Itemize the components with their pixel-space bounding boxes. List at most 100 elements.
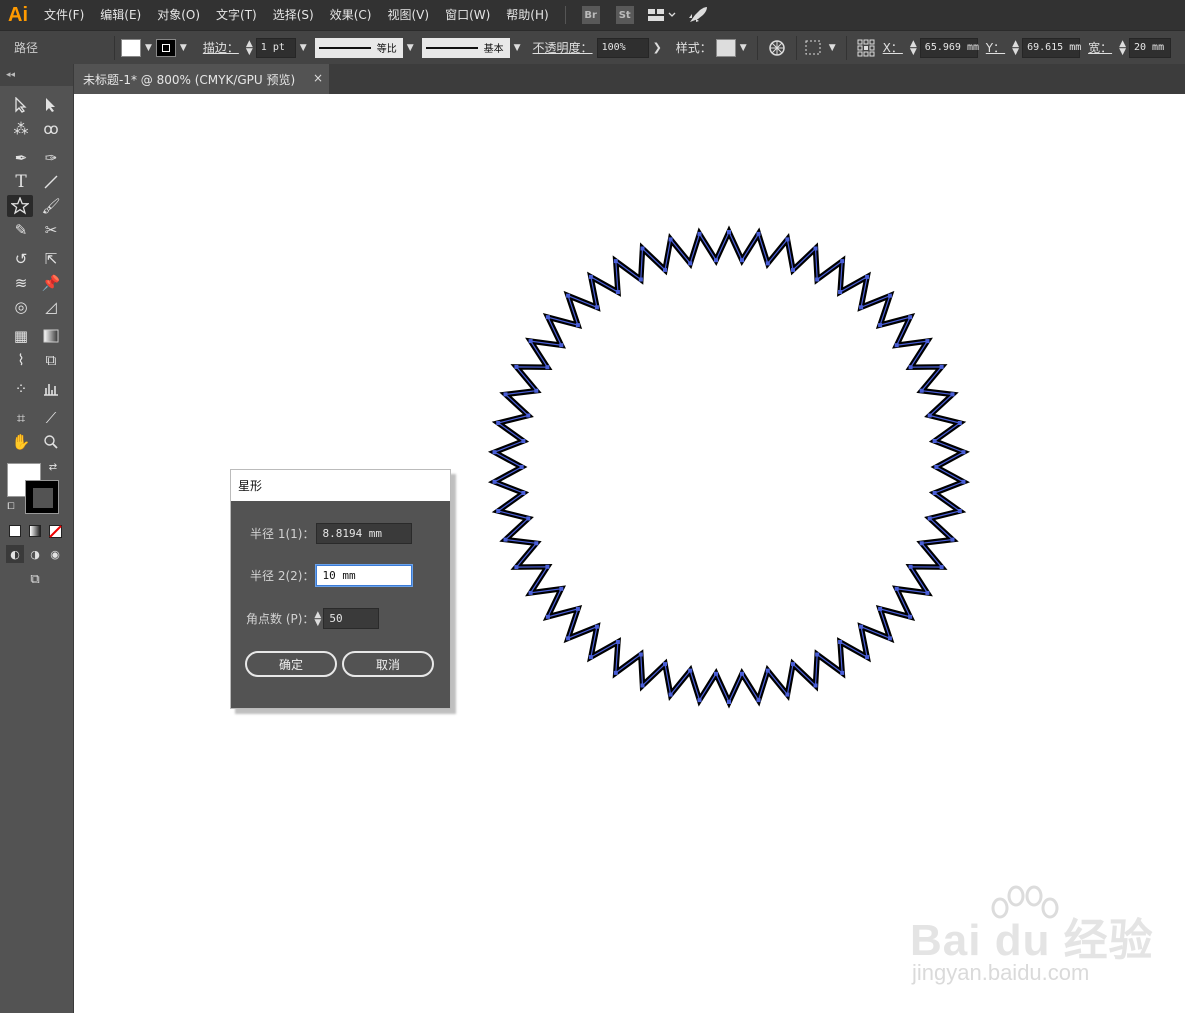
anchor-point[interactable] bbox=[613, 259, 618, 264]
anchor-point[interactable] bbox=[697, 698, 702, 703]
anchor-point[interactable] bbox=[939, 565, 944, 570]
slice-tool-icon[interactable]: ⟋ bbox=[38, 407, 64, 429]
eyedropper-tool-icon[interactable]: ⌇ bbox=[8, 349, 34, 371]
rocket-icon[interactable] bbox=[688, 6, 708, 24]
anchor-point[interactable] bbox=[714, 671, 718, 676]
screen-mode-icon[interactable]: ⧉ bbox=[22, 570, 48, 588]
anchor-point[interactable] bbox=[740, 258, 744, 263]
menu-file[interactable]: 文件(F) bbox=[36, 0, 92, 30]
star-path-stroke[interactable] bbox=[487, 225, 971, 709]
anchor-point[interactable] bbox=[526, 516, 531, 521]
anchor-point[interactable] bbox=[865, 655, 870, 660]
lasso-tool-icon[interactable]: ꝏ bbox=[38, 118, 64, 140]
anchor-point[interactable] bbox=[838, 290, 843, 294]
anchor-point[interactable] bbox=[697, 231, 702, 236]
anchor-point[interactable] bbox=[575, 323, 580, 328]
anchor-point[interactable] bbox=[594, 624, 599, 629]
tab-document[interactable]: 未标题-1* @ 800% (CMYK/GPU 预览) × bbox=[74, 64, 329, 94]
anchor-point[interactable] bbox=[908, 564, 913, 569]
star-anchor-points[interactable] bbox=[492, 230, 966, 704]
brush-definition[interactable]: 基本 bbox=[421, 37, 510, 58]
anchor-point[interactable] bbox=[765, 261, 770, 266]
rotate-tool-icon[interactable]: ↺ bbox=[8, 248, 34, 270]
perspective-grid-tool-icon[interactable]: ◿ bbox=[38, 296, 64, 318]
shape-builder-tool-icon[interactable]: ◎ bbox=[8, 296, 34, 318]
line-segment-tool-icon[interactable] bbox=[38, 171, 64, 193]
radius2-input[interactable]: 10 mm bbox=[316, 565, 413, 586]
anchor-point[interactable] bbox=[588, 274, 593, 279]
anchor-point[interactable] bbox=[514, 364, 519, 369]
draw-inside-icon[interactable]: ◉ bbox=[46, 545, 64, 563]
anchor-point[interactable] bbox=[503, 392, 508, 397]
stroke-color-box[interactable] bbox=[25, 480, 59, 514]
profile-dropdown-icon[interactable]: ▼ bbox=[407, 43, 414, 53]
anchor-point[interactable] bbox=[791, 662, 795, 667]
y-stepper-icon[interactable]: ▲ ▼ bbox=[1012, 39, 1019, 56]
anchor-point[interactable] bbox=[838, 640, 843, 644]
reference-point-icon[interactable] bbox=[857, 39, 875, 57]
stroke-weight-stepper-icon[interactable]: ▲ ▼ bbox=[246, 39, 253, 56]
menu-help[interactable]: 帮助(H) bbox=[498, 0, 556, 30]
anchor-point[interactable] bbox=[663, 662, 667, 667]
anchor-point[interactable] bbox=[950, 392, 955, 397]
anchor-point[interactable] bbox=[865, 274, 870, 279]
scale-tool-icon[interactable]: ⇱ bbox=[38, 248, 64, 270]
anchor-point[interactable] bbox=[815, 277, 820, 282]
anchor-point[interactable] bbox=[957, 509, 962, 513]
anchor-point[interactable] bbox=[534, 541, 539, 546]
fill-dropdown-icon[interactable]: ▼ bbox=[145, 43, 152, 53]
menu-view[interactable]: 视图(V) bbox=[379, 0, 437, 30]
anchor-point[interactable] bbox=[887, 293, 892, 298]
anchor-point[interactable] bbox=[575, 606, 580, 611]
anchor-point[interactable] bbox=[688, 668, 693, 673]
menu-effect[interactable]: 效果(C) bbox=[322, 0, 380, 30]
stroke-swatch[interactable] bbox=[155, 38, 176, 57]
anchor-point[interactable] bbox=[492, 479, 497, 484]
color-mode-icon[interactable] bbox=[6, 522, 24, 540]
anchor-point[interactable] bbox=[528, 339, 533, 344]
paintbrush-tool-icon[interactable]: 🖌 bbox=[38, 195, 64, 217]
anchor-point[interactable] bbox=[615, 290, 620, 294]
anchor-point[interactable] bbox=[740, 671, 744, 676]
anchor-point[interactable] bbox=[813, 683, 818, 688]
anchor-point[interactable] bbox=[615, 640, 620, 644]
anchor-point[interactable] bbox=[559, 586, 564, 591]
anchor-point[interactable] bbox=[927, 516, 932, 521]
anchor-point[interactable] bbox=[908, 365, 913, 370]
anchor-point[interactable] bbox=[878, 606, 883, 611]
recolor-icon[interactable] bbox=[768, 39, 786, 57]
stroke-weight-dropdown-icon[interactable]: ▼ bbox=[300, 43, 307, 53]
type-tool-icon[interactable]: T bbox=[8, 171, 34, 193]
anchor-point[interactable] bbox=[919, 388, 924, 393]
warp-tool-icon[interactable]: ≋ bbox=[8, 272, 34, 294]
graphic-style-swatch[interactable] bbox=[715, 38, 736, 57]
close-icon[interactable]: × bbox=[313, 71, 323, 85]
anchor-point[interactable] bbox=[496, 509, 501, 513]
pencil-tool-icon[interactable]: ✎ bbox=[8, 219, 34, 241]
symbol-sprayer-tool-icon[interactable]: ⁘ bbox=[8, 378, 34, 400]
anchor-point[interactable] bbox=[727, 700, 731, 704]
anchor-point[interactable] bbox=[939, 364, 944, 369]
anchor-point[interactable] bbox=[927, 413, 932, 418]
anchor-point[interactable] bbox=[640, 246, 645, 251]
anchor-point[interactable] bbox=[887, 636, 892, 641]
draw-behind-icon[interactable]: ◑ bbox=[26, 545, 44, 563]
anchor-point[interactable] bbox=[545, 365, 550, 370]
fill-swatch[interactable] bbox=[121, 38, 141, 57]
star-tool-icon[interactable] bbox=[7, 195, 33, 217]
menu-select[interactable]: 选择(S) bbox=[265, 0, 322, 30]
ok-button[interactable]: 确定 bbox=[245, 651, 337, 677]
anchor-point[interactable] bbox=[638, 277, 643, 282]
anchor-point[interactable] bbox=[528, 590, 533, 595]
anchor-point[interactable] bbox=[503, 537, 508, 542]
none-mode-icon[interactable] bbox=[46, 522, 64, 540]
artboard-tool-icon[interactable]: ⌗ bbox=[8, 407, 34, 429]
anchor-point[interactable] bbox=[663, 267, 667, 272]
opacity-arrow-icon[interactable]: ❯ bbox=[653, 41, 662, 54]
workspace-layout-icon[interactable] bbox=[647, 8, 676, 22]
curvature-tool-icon[interactable]: ✑ bbox=[38, 147, 64, 169]
width-stepper-icon[interactable]: ▲ ▼ bbox=[1119, 39, 1126, 56]
anchor-point[interactable] bbox=[638, 652, 643, 657]
anchor-point[interactable] bbox=[932, 491, 937, 495]
menu-edit[interactable]: 编辑(E) bbox=[92, 0, 149, 30]
